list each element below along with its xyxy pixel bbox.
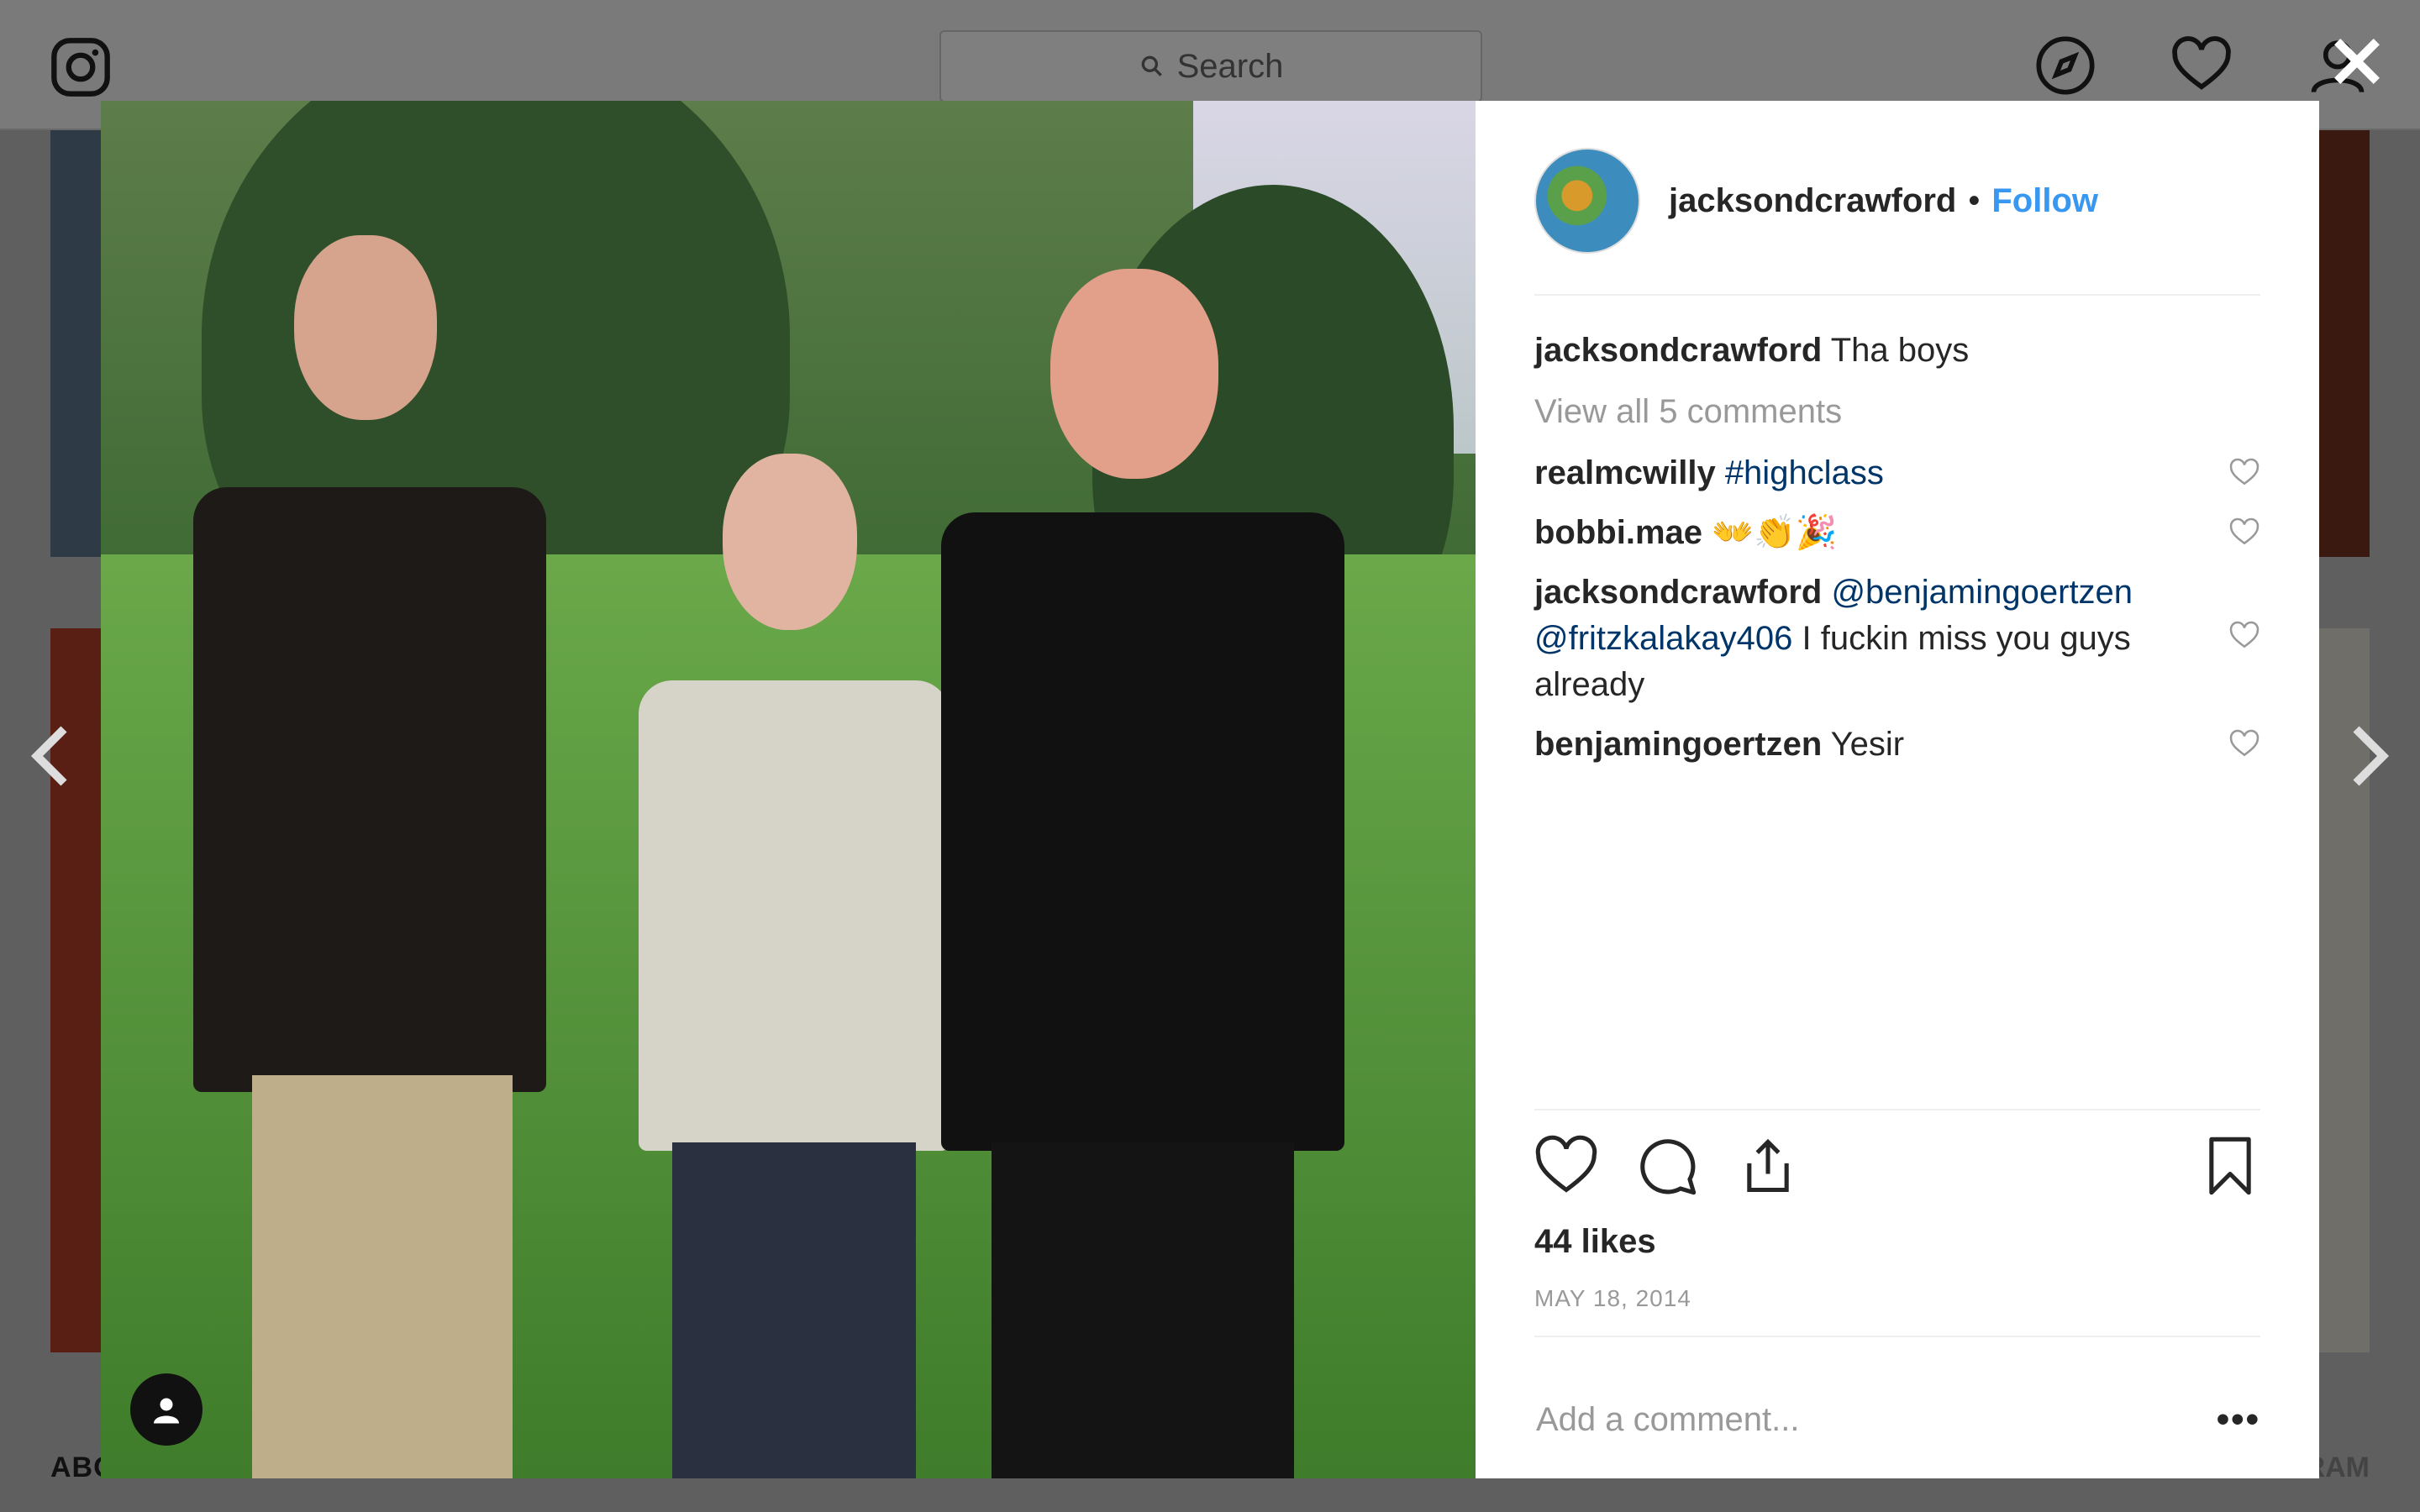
comment-icon[interactable] bbox=[1635, 1134, 1699, 1198]
avatar[interactable] bbox=[1534, 148, 1640, 254]
caption-username[interactable]: jacksondcrawford bbox=[1534, 332, 1822, 369]
chevron-left-icon[interactable] bbox=[25, 722, 76, 790]
caption: jacksondcrawford Tha boys bbox=[1534, 328, 2260, 374]
share-icon[interactable] bbox=[1736, 1134, 1800, 1198]
like-icon[interactable] bbox=[1534, 1134, 1598, 1198]
divider bbox=[1534, 1336, 2260, 1337]
separator-dot: • bbox=[1968, 181, 1981, 219]
close-icon[interactable] bbox=[2328, 32, 2386, 91]
comment-text: 👐👏🎉 bbox=[1712, 514, 1838, 551]
post-header: jacksondcrawford • Follow bbox=[1534, 148, 2098, 254]
hashtag-link[interactable]: #highclass bbox=[1725, 454, 1884, 491]
comment-username[interactable]: benjamingoertzen bbox=[1534, 726, 1822, 763]
view-all-comments-link[interactable]: View all 5 comments bbox=[1534, 389, 2260, 435]
comment-item: bobbi.mae 👐👏🎉 bbox=[1534, 510, 2260, 556]
mention-link[interactable]: @fritzkalakay406 bbox=[1534, 620, 1792, 657]
photo-person-right bbox=[941, 269, 1344, 1478]
post-sidebar: jacksondcrawford • Follow jacksondcrawfo… bbox=[1476, 101, 2319, 1478]
likes-count[interactable]: 44 likes bbox=[1534, 1223, 1656, 1261]
photo-person-middle bbox=[639, 454, 950, 1478]
user-tag-button[interactable] bbox=[130, 1373, 203, 1446]
comment-like-icon[interactable] bbox=[2228, 620, 2260, 652]
bookmark-icon[interactable] bbox=[2198, 1134, 2262, 1198]
comment-item: benjamingoertzen Yesir bbox=[1534, 722, 2260, 768]
comment-item: jacksondcrawford @benjamingoertzen @frit… bbox=[1534, 570, 2260, 708]
add-comment-input[interactable] bbox=[1534, 1399, 2126, 1440]
caption-text: Tha boys bbox=[1830, 332, 1970, 369]
comment-like-icon[interactable] bbox=[2228, 457, 2260, 489]
user-tag-icon bbox=[154, 1398, 179, 1424]
divider bbox=[1534, 294, 2260, 296]
comments-section: jacksondcrawford Tha boys View all 5 com… bbox=[1534, 328, 2260, 768]
post-actions bbox=[1534, 1134, 2260, 1201]
comment-item: realmcwilly #highclass bbox=[1534, 450, 2260, 496]
post-photo[interactable] bbox=[101, 101, 1476, 1478]
author-username[interactable]: jacksondcrawford bbox=[1669, 182, 1956, 220]
more-options-button[interactable]: ••• bbox=[2217, 1399, 2260, 1441]
comment-like-icon[interactable] bbox=[2228, 728, 2260, 760]
divider bbox=[1534, 1109, 2260, 1110]
post-date: MAY 18, 2014 bbox=[1534, 1285, 1691, 1311]
comment-username[interactable]: jacksondcrawford bbox=[1534, 574, 1822, 611]
photo-person-left bbox=[193, 235, 546, 1478]
mention-link[interactable]: @benjamingoertzen bbox=[1831, 574, 2133, 611]
comment-username[interactable]: realmcwilly bbox=[1534, 454, 1716, 491]
add-comment-bar: ••• bbox=[1534, 1386, 2260, 1453]
chevron-right-icon[interactable] bbox=[2344, 722, 2395, 790]
comment-text: Yesir bbox=[1830, 726, 1905, 763]
comment-username[interactable]: bobbi.mae bbox=[1534, 514, 1702, 551]
comment-like-icon[interactable] bbox=[2228, 517, 2260, 549]
post-modal: jacksondcrawford • Follow jacksondcrawfo… bbox=[101, 101, 2319, 1478]
follow-button[interactable]: Follow bbox=[1991, 182, 2098, 220]
